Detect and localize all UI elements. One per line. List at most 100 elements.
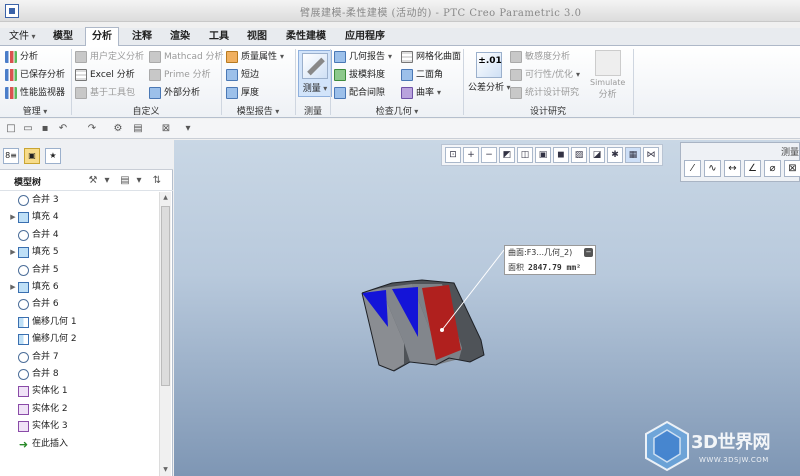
tree-item[interactable]: 合并 5	[8, 262, 59, 279]
expand-arrow-icon[interactable]: ▶	[8, 279, 18, 296]
tree-item[interactable]: ➜ 在此插入	[8, 436, 68, 453]
tree-item[interactable]: 实体化 3	[8, 418, 68, 435]
performance-monitor-button[interactable]: 性能监视器	[5, 85, 65, 101]
tolerance-analysis-button[interactable]: ±.01 公差分析	[468, 52, 511, 93]
save-icon[interactable]: ▪	[39, 123, 51, 135]
thickness-button[interactable]: 厚度	[226, 85, 259, 101]
curvature-button[interactable]: 曲率	[401, 85, 441, 101]
model-tree-header: 模型树 ⚒ ▾ ▤ ▾ ⇅	[0, 171, 173, 191]
tab-file[interactable]: 文件	[3, 28, 42, 46]
merge-feature-icon	[18, 195, 29, 206]
fill-feature-icon	[18, 212, 29, 224]
redo-icon[interactable]: ↷	[86, 123, 98, 135]
merge-feature-icon	[18, 351, 29, 363]
tree-item[interactable]: 合并 8	[8, 366, 59, 383]
group-label-design-study: 设计研究	[529, 107, 566, 117]
app-icon[interactable]	[5, 4, 19, 18]
tree-item[interactable]: 合并 7	[8, 349, 59, 366]
open-icon[interactable]: ▭	[22, 123, 34, 135]
mathcad-analysis-button[interactable]: Mathcad 分析	[149, 49, 224, 65]
solid-feature-icon	[18, 403, 29, 415]
tree-item[interactable]: 实体化 2	[8, 401, 68, 418]
tree-item[interactable]: 实体化 1	[8, 383, 68, 400]
saved-analysis-button[interactable]: 已保存分析	[5, 67, 65, 83]
ribbon: 分析 已保存分析 性能监视器 管理 用户定义分析 Excel 分析 基于工具包 …	[0, 46, 800, 118]
tab-view[interactable]: 视图	[241, 28, 273, 46]
ribbon-tabs: 文件 模型 分析 注释 渲染 工具 视图 柔性建模 应用程序	[0, 27, 800, 47]
simulate-analysis-button[interactable]: Simulate 分析	[590, 50, 625, 100]
favorites-tab-icon[interactable]: ★	[45, 148, 61, 164]
feasibility-icon	[510, 69, 522, 81]
dihedral-angle-button[interactable]: 二面角	[401, 67, 443, 83]
tree-filter-icon[interactable]: ▤	[118, 174, 132, 188]
feasibility-optimization-button[interactable]: 可行性/优化	[510, 67, 580, 83]
watermark-logo-icon	[645, 420, 689, 472]
callout-collapse-icon[interactable]: −	[584, 248, 593, 257]
measure-result-callout[interactable]: 曲面:F3...几何_2) − 面积 2847.79 mm²	[504, 245, 596, 275]
tree-item[interactable]: 偏移几何 2	[8, 331, 77, 348]
folder-browser-tab-icon[interactable]: ▣	[24, 148, 40, 164]
expand-arrow-icon[interactable]: ▶	[8, 244, 18, 261]
tree-item[interactable]: ▶ 填充 5	[8, 244, 59, 261]
draft-button[interactable]: 拔模斜度	[334, 67, 385, 83]
tab-annotate[interactable]: 注释	[126, 28, 158, 46]
group-label-inspect-geometry[interactable]: 检查几何	[331, 106, 463, 118]
sensitivity-analysis-button[interactable]: 敏感度分析	[510, 49, 570, 65]
offset-feature-icon	[18, 334, 29, 346]
expand-arrow-icon[interactable]: ▶	[8, 209, 18, 226]
mass-properties-button[interactable]: 质量属性	[226, 49, 284, 65]
group-label-measure: 测量	[303, 107, 322, 117]
external-analysis-button[interactable]: 外部分析	[149, 85, 200, 101]
group-label-model-report[interactable]: 模型报告	[222, 106, 294, 118]
watermark: 3D世界网 WWW.3DSJW.COM	[644, 420, 800, 476]
regenerate-icon[interactable]: ⚙	[112, 123, 124, 135]
measure-button[interactable]: 测量	[298, 50, 332, 97]
tree-item-label: 偏移几何 2	[32, 334, 77, 345]
fill-feature-icon	[18, 247, 29, 259]
tree-item[interactable]: ▶ 填充 6	[8, 279, 59, 296]
tree-columns-icon[interactable]: ⇅	[150, 174, 164, 188]
tab-model[interactable]: 模型	[47, 28, 79, 46]
simulate-icon	[594, 50, 621, 76]
tree-item[interactable]: ▶ 填充 4	[8, 209, 59, 226]
statistical-design-study-button[interactable]: 统计设计研究	[510, 85, 579, 101]
dropdown-icon[interactable]: ▾	[132, 174, 146, 188]
undo-icon[interactable]: ↶	[57, 123, 69, 135]
mesh-surface-icon	[401, 51, 413, 63]
model-tree-scrollbar[interactable]: ▲ ▼	[159, 192, 171, 476]
model-tree-tab-icon[interactable]: 8≡	[3, 148, 19, 164]
tree-item[interactable]: 偏移几何 1	[8, 314, 77, 331]
tab-tools[interactable]: 工具	[203, 28, 235, 46]
mesh-surface-button[interactable]: 网格化曲面	[401, 49, 461, 65]
excel-analysis-button[interactable]: Excel 分析	[75, 67, 135, 83]
close-window-icon[interactable]: ⊠	[160, 123, 172, 135]
tree-item[interactable]: 合并 3	[8, 192, 59, 209]
group-label-manage[interactable]: 管理	[0, 106, 70, 118]
scroll-up-icon[interactable]: ▲	[160, 192, 171, 204]
clearance-button[interactable]: 配合间隙	[334, 85, 385, 101]
mathcad-icon	[149, 51, 161, 63]
customize-toolbar-icon[interactable]: ▾	[182, 123, 194, 135]
clearance-icon	[334, 87, 346, 99]
short-edge-button[interactable]: 短边	[226, 67, 259, 83]
toolkit-analysis-button[interactable]: 基于工具包	[75, 85, 135, 101]
tree-settings-icon[interactable]: ⚒	[86, 174, 100, 188]
scroll-thumb[interactable]	[161, 206, 170, 386]
scroll-down-icon[interactable]: ▼	[160, 464, 171, 476]
tree-item-label: 填充 6	[32, 282, 59, 292]
tree-item[interactable]: 合并 6	[8, 296, 59, 313]
geometry-report-button[interactable]: 几何报告	[334, 49, 392, 65]
tree-item[interactable]: 合并 4	[8, 227, 59, 244]
tab-flexible-modeling[interactable]: 柔性建模	[280, 28, 332, 46]
analysis-button[interactable]: 分析	[5, 49, 38, 65]
tab-analysis[interactable]: 分析	[85, 27, 119, 47]
graphics-window[interactable]: ⊡ + − ◩ ◫ ▣ ◼ ▨ ◪ ✱ ▦ ⋈ 测量 ⁄ ∿ ↔ ∠ ⌀ ⊠ 曲…	[174, 140, 800, 476]
tab-applications[interactable]: 应用程序	[339, 28, 391, 46]
dropdown-icon[interactable]: ▾	[100, 174, 114, 188]
user-defined-analysis-button[interactable]: 用户定义分析	[75, 49, 144, 65]
tree-item-label: 实体化 1	[32, 386, 68, 397]
windows-icon[interactable]: ▤	[132, 123, 144, 135]
prime-analysis-button[interactable]: Prime 分析	[149, 67, 211, 83]
tab-render[interactable]: 渲染	[164, 28, 196, 46]
new-icon[interactable]: □	[5, 123, 17, 135]
